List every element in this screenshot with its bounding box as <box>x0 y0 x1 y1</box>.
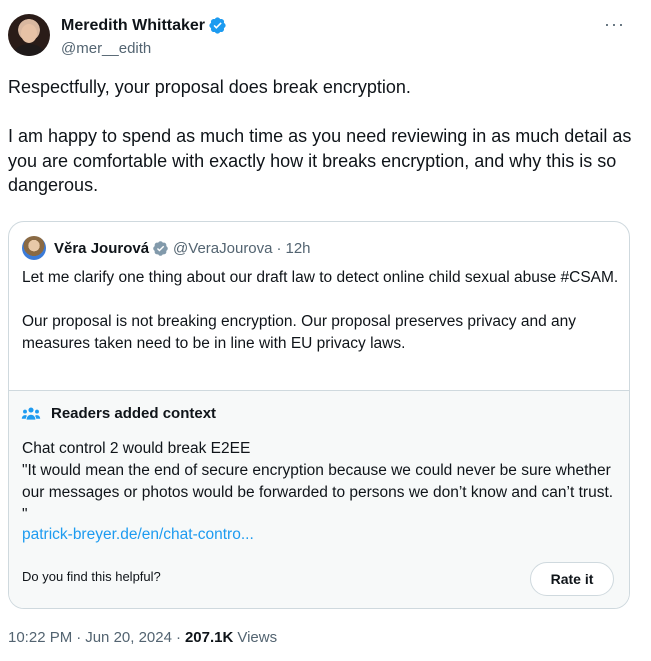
quote-header: Věra Jourová @VeraJourova · 12h <box>22 236 311 260</box>
community-note: Readers added context Chat control 2 wou… <box>9 390 629 608</box>
meta-separator: · <box>76 629 82 646</box>
views-count: 207.1K <box>184 629 234 646</box>
views-label: Views <box>237 629 278 646</box>
helpful-prompt: Do you find this helpful? <box>22 569 161 584</box>
quote-handle: @VeraJourova <box>173 239 273 257</box>
quote-avatar <box>22 236 46 260</box>
government-badge-icon <box>153 240 168 256</box>
tweet-meta: 10:22 PM · Jun 20, 2024 · 207.1K Views <box>8 629 277 646</box>
people-icon <box>21 406 41 420</box>
more-icon[interactable]: ··· <box>604 14 625 35</box>
meta-separator: · <box>175 629 181 646</box>
author-avatar[interactable] <box>8 14 50 56</box>
quote-separator: · <box>276 239 282 257</box>
community-note-link[interactable]: patrick-breyer.de/en/chat-contro... <box>22 526 254 544</box>
verified-badge-icon <box>209 17 226 34</box>
quote-time: 12h <box>285 239 311 257</box>
rate-it-button[interactable]: Rate it <box>530 562 614 596</box>
author-name[interactable]: Meredith Whittaker <box>61 17 205 35</box>
quoted-tweet[interactable]: Věra Jourová @VeraJourova · 12h Let me c… <box>8 221 630 609</box>
community-note-heading: Readers added context <box>51 405 217 422</box>
tweet-time[interactable]: 10:22 PM <box>8 629 72 646</box>
quote-text: Let me clarify one thing about our draft… <box>22 269 619 352</box>
tweet-author: Meredith Whittaker @mer__edith ··· <box>8 14 643 62</box>
tweet-date[interactable]: Jun 20, 2024 <box>85 629 172 646</box>
author-name-row: Meredith Whittaker <box>61 16 227 35</box>
tweet-text: Respectfully, your proposal does break e… <box>8 77 632 195</box>
quote-author-name: Věra Jourová <box>54 239 150 257</box>
community-note-header: Readers added context <box>21 405 216 422</box>
author-handle[interactable]: @mer__edith <box>61 40 151 57</box>
community-note-body: Chat control 2 would break E2EE "It woul… <box>22 440 614 523</box>
